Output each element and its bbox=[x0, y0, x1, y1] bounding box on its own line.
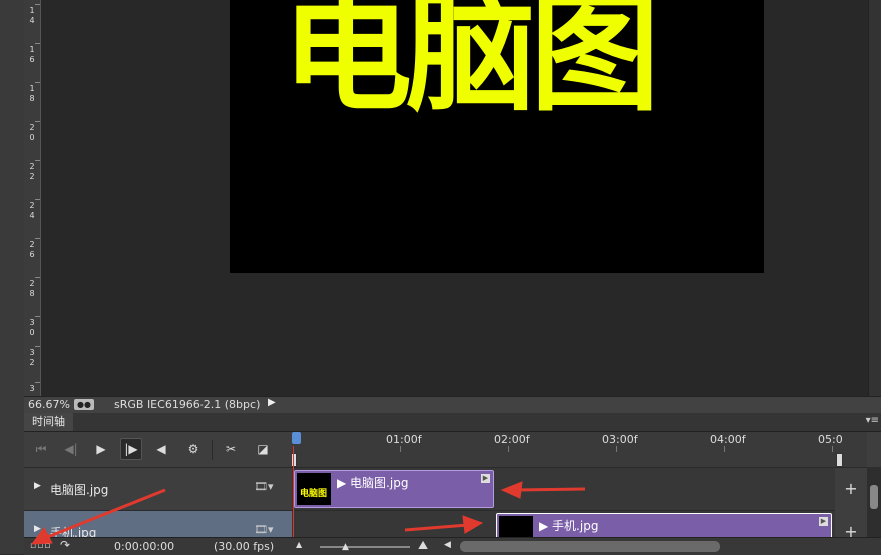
ruler-mark bbox=[35, 160, 40, 161]
zoom-level[interactable]: 66.67% bbox=[28, 398, 70, 411]
ruler-tick bbox=[724, 446, 725, 452]
track-lane-1[interactable]: 电脑图 ▶ 电脑图.jpg ▶ bbox=[292, 468, 835, 511]
canvas-vertical-scrollbar[interactable] bbox=[868, 0, 881, 396]
ruler-mark bbox=[35, 382, 40, 383]
clip-1[interactable]: 电脑图 ▶ 电脑图.jpg ▶ bbox=[294, 470, 494, 508]
work-area-end-handle[interactable] bbox=[836, 453, 843, 467]
canvas-area[interactable]: 电脑图 bbox=[41, 0, 868, 396]
ruler-tick-label: 24 bbox=[29, 201, 35, 220]
ruler-mark bbox=[35, 121, 40, 122]
split-scissors-icon[interactable]: ✂ bbox=[220, 438, 242, 460]
timeline-footer: ▫▫▫ ↷ 0:00:00:00 (30.00 fps) ▲ ▲ ⛰ ◀ bbox=[24, 537, 881, 555]
zoom-slider[interactable] bbox=[320, 546, 410, 548]
ruler-tick-label: 18 bbox=[29, 84, 35, 103]
share-arrow-icon[interactable]: ↷ bbox=[60, 538, 70, 552]
ruler-label: 03:00f bbox=[602, 433, 638, 446]
ruler-label: 05:0 bbox=[818, 433, 843, 446]
clip-label: ▶ 手机.jpg bbox=[539, 519, 599, 533]
film-strip-icon[interactable]: 🎞▾ bbox=[254, 523, 274, 536]
go-to-first-frame-button[interactable]: ⏮ bbox=[30, 438, 52, 460]
timeline-horizontal-scrollbar[interactable] bbox=[460, 541, 720, 552]
color-profile: sRGB IEC61966-2.1 (8bpc) bbox=[114, 398, 261, 411]
zoom-out-icon[interactable]: ▲ bbox=[296, 540, 302, 549]
clip-thumbnail: 电脑图 bbox=[297, 473, 331, 505]
track-header-1[interactable]: ▶ 电脑图.jpg 🎞▾ bbox=[24, 468, 292, 511]
zoom-in-icon[interactable]: ⛰ bbox=[418, 538, 428, 553]
ruler-label: 02:00f bbox=[494, 433, 530, 446]
ruler-mark bbox=[35, 199, 40, 200]
track-name: 电脑图.jpg bbox=[50, 483, 109, 497]
settings-gear-icon[interactable]: ⚙ bbox=[182, 438, 204, 460]
ruler-mark bbox=[35, 4, 40, 5]
current-time: 0:00:00:00 bbox=[114, 540, 175, 553]
film-strip-icon[interactable]: 🎞▾ bbox=[254, 480, 274, 493]
expand-triangle-icon[interactable]: ▶ bbox=[34, 481, 41, 491]
audio-button[interactable]: ◀ bbox=[150, 438, 172, 460]
playback-controls: ⏮ ◀| ▶ |▶ ◀ ⚙ ✂ ◪ bbox=[24, 432, 292, 468]
document-image[interactable]: 电脑图 bbox=[230, 0, 764, 273]
render-video-icon[interactable]: ▫▫▫ bbox=[30, 541, 51, 551]
document-text: 电脑图 bbox=[282, 0, 660, 129]
vertical-ruler: 14 16 18 20 22 24 26 28 30 32 3 bbox=[24, 0, 41, 396]
ruler-mark bbox=[35, 238, 40, 239]
status-bar: 66.67% ●● sRGB IEC61966-2.1 (8bpc) ▶ bbox=[24, 396, 881, 413]
ruler-tick bbox=[400, 446, 401, 452]
panel-menu-icon[interactable]: ▾≡ bbox=[866, 415, 879, 426]
ruler-tick-label: 32 bbox=[29, 348, 35, 367]
ruler-label: 04:00f bbox=[710, 433, 746, 446]
ruler-tick-label: 28 bbox=[29, 279, 35, 298]
play-button[interactable]: ▶ bbox=[90, 438, 112, 460]
ruler-tick bbox=[616, 446, 617, 452]
add-media-button[interactable]: + bbox=[835, 468, 867, 510]
ruler-label: 01:00f bbox=[386, 433, 422, 446]
timeline-ruler[interactable]: 01:00f 02:00f 03:00f 04:00f 05:0 bbox=[292, 432, 867, 468]
ruler-mark bbox=[35, 43, 40, 44]
ruler-tick-label: 3 bbox=[29, 384, 35, 393]
playhead-line bbox=[293, 446, 294, 537]
ruler-tick-label: 16 bbox=[29, 45, 35, 64]
panel-tabbar: 时间轴 ▾≡ bbox=[24, 413, 881, 432]
controls-divider bbox=[212, 440, 213, 460]
scroll-thumb[interactable] bbox=[870, 485, 878, 509]
ruler-tick bbox=[832, 446, 833, 452]
clip-label: ▶ 电脑图.jpg bbox=[337, 476, 409, 490]
frame-rate: (30.00 fps) bbox=[214, 540, 275, 553]
ruler-mark bbox=[35, 277, 40, 278]
timeline-vertical-scrollbar[interactable] bbox=[867, 467, 881, 539]
ruler-tick bbox=[508, 446, 509, 452]
ruler-tick-label: 26 bbox=[29, 240, 35, 259]
scroll-left-icon[interactable]: ◀ bbox=[444, 540, 451, 550]
doc-info-icon[interactable]: ●● bbox=[74, 399, 94, 410]
clip-end-icon[interactable]: ▶ bbox=[481, 474, 490, 483]
expand-triangle-icon[interactable]: ▶ bbox=[34, 524, 41, 534]
transition-icon[interactable]: ◪ bbox=[252, 438, 274, 460]
next-frame-button[interactable]: |▶ bbox=[120, 438, 142, 460]
tab-timeline[interactable]: 时间轴 bbox=[24, 413, 73, 431]
ruler-tick-label: 22 bbox=[29, 162, 35, 181]
tools-panel-edge bbox=[0, 0, 25, 554]
playhead-handle[interactable] bbox=[292, 432, 301, 444]
ruler-tick-label: 20 bbox=[29, 123, 35, 142]
ruler-tick-label: 30 bbox=[29, 318, 35, 337]
ruler-mark bbox=[35, 346, 40, 347]
clip-end-icon[interactable]: ▶ bbox=[819, 517, 828, 526]
ruler-mark bbox=[35, 316, 40, 317]
ruler-mark bbox=[35, 82, 40, 83]
timeline-panel: 时间轴 ▾≡ ⏮ ◀| ▶ |▶ ◀ ⚙ ✂ ◪ 01:00f 02:00f 0… bbox=[24, 413, 881, 555]
zoom-slider-knob-icon[interactable]: ▲ bbox=[342, 542, 349, 552]
status-menu-arrow-icon[interactable]: ▶ bbox=[268, 397, 276, 408]
ruler-tick-label: 14 bbox=[29, 6, 35, 25]
previous-frame-button[interactable]: ◀| bbox=[60, 438, 82, 460]
